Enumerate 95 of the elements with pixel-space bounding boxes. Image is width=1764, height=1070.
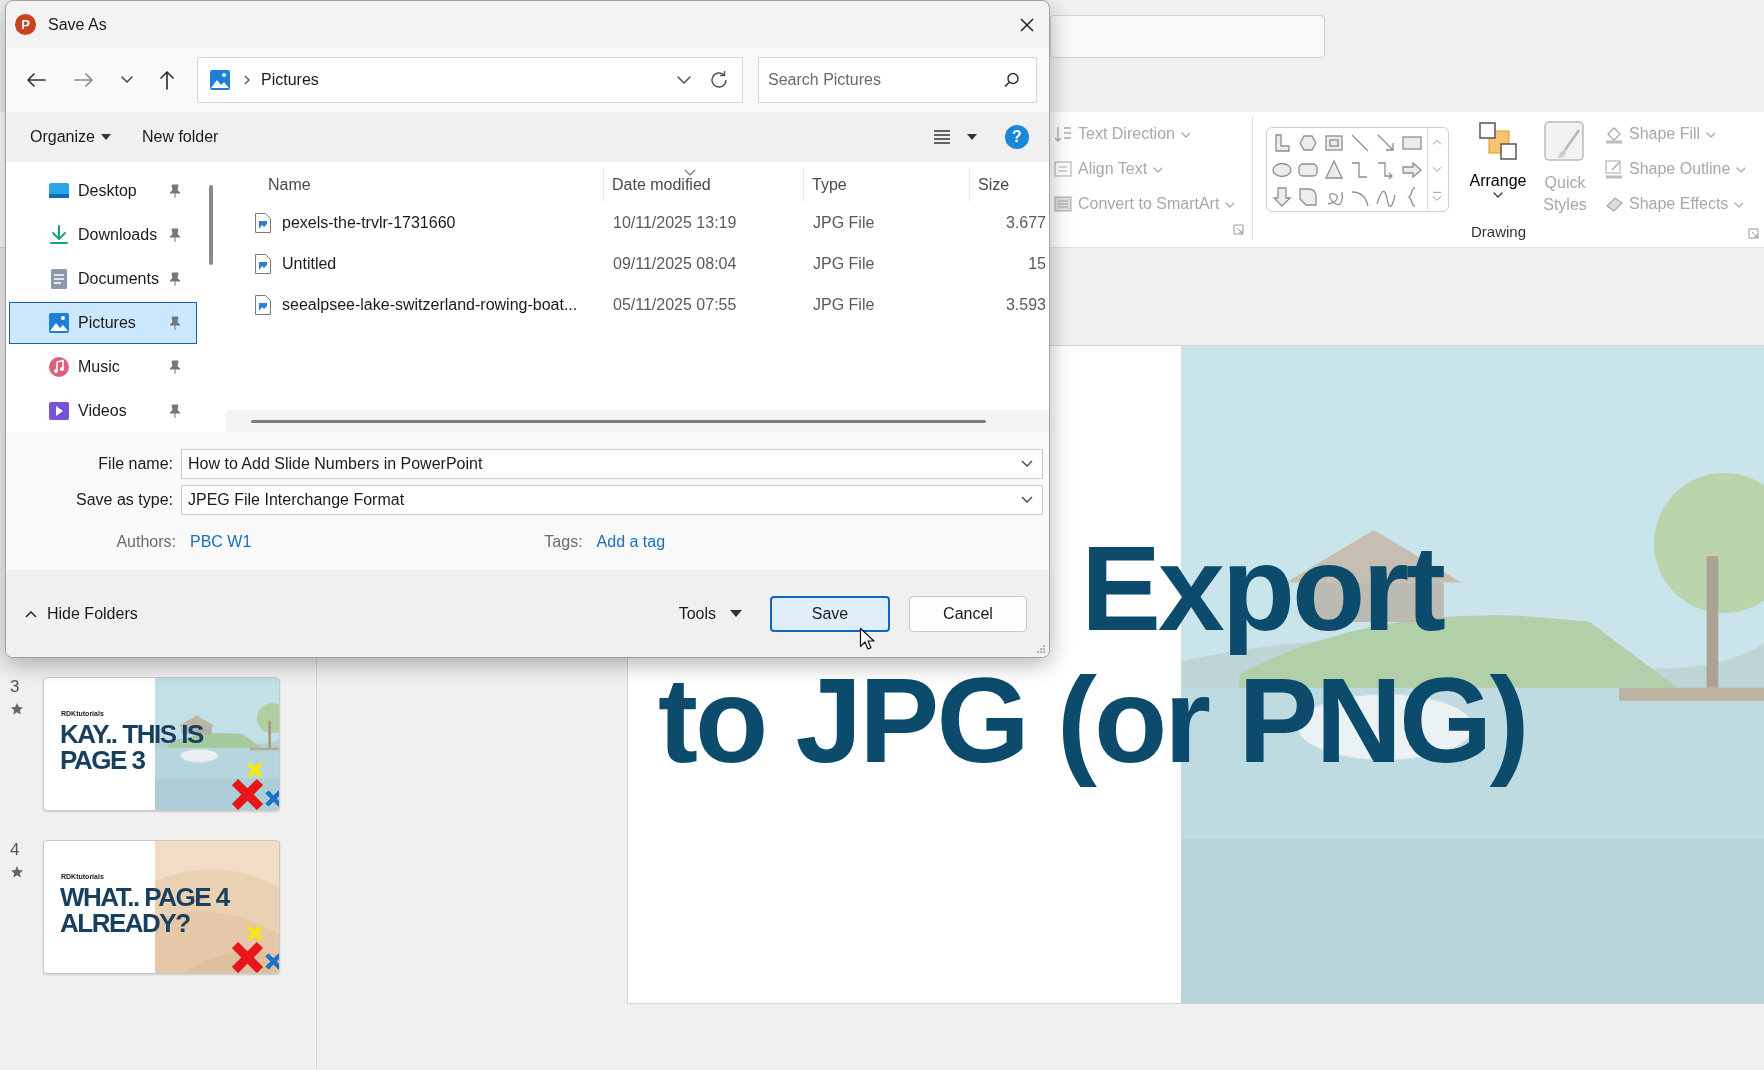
save-type-dropdown[interactable]: JPEG File Interchange Format [181,485,1043,515]
star-icon [11,866,23,878]
pencil-icon [1604,158,1624,179]
file-name[interactable]: pexels-the-trvlr-1731660 [226,211,604,234]
search-field[interactable]: Search Pictures [758,57,1037,103]
chevron-down-icon [1020,495,1034,505]
dialog-launcher-icon[interactable] [1748,228,1759,239]
resize-grip-icon[interactable] [1036,644,1046,654]
hide-folders-button[interactable]: Hide Folders [18,598,144,629]
dialog-launcher-icon[interactable] [1233,224,1244,235]
slide-title: KAY.. THIS IS PAGE 3 [60,721,203,773]
breadcrumb-chevron-icon [242,74,252,86]
slide-title-line: Export [1081,521,1444,655]
nav-item[interactable]: Desktop [9,170,197,212]
save-button[interactable]: Save [770,595,890,632]
image-file-icon [254,211,272,234]
cancel-button[interactable]: Cancel [909,595,1027,632]
caret-icon [730,610,742,617]
slide-number: 3 [10,677,20,697]
caret-icon [967,134,977,140]
group-label: Drawing [1471,223,1527,240]
flowchart-shape-icon[interactable] [1297,185,1319,208]
table-cell-text: 09/11/2025 08:04 [612,254,738,273]
column-header[interactable]: Size [970,168,1049,202]
cross-marks-drawing [232,925,279,973]
address-bar[interactable]: Pictures [197,57,743,103]
chevron-up-icon [24,608,38,619]
document-icon [48,268,70,290]
field-label: Save as type: [75,491,173,509]
table-cell-text: 05/11/2025 07:55 [612,295,738,314]
author-link[interactable]: PBC W1 [190,533,252,551]
music-icon [48,356,70,378]
overlapping-squares-icon [1477,120,1519,162]
file-name[interactable]: Untitled [226,252,604,275]
table-cell-text: 10/11/2025 13:19 [612,213,738,232]
smartart-icon [1053,193,1073,214]
download-icon [48,224,70,246]
chevron-down-icon [1020,459,1034,469]
organize-button[interactable]: Organize [20,122,121,152]
table-cell-text: JPG File [812,213,876,232]
column-header[interactable]: Date modified [604,168,804,202]
table-cell-text: 3.677 [1004,213,1047,232]
search-icon [1003,71,1021,89]
slide-number: 4 [10,840,20,860]
file-name[interactable]: seealpsee-lake-switzerland-rowing-boat... [226,293,604,316]
field-label: File name: [97,455,173,473]
slide-title: WHAT.. PAGE 4 ALREADY? [60,884,229,936]
mouse-pointer-icon [859,627,875,651]
tools-button[interactable]: Tools [672,598,748,629]
table-cell-text: 15 [1027,254,1047,273]
input-field[interactable] [1050,15,1325,58]
image-file-icon [254,252,272,275]
pin-icon [168,359,182,375]
down-arrow-icon[interactable] [1271,185,1293,208]
caret-icon [100,134,111,140]
paintbrush-icon [1543,120,1587,164]
pin-icon [168,227,182,243]
field-label: Tags: [544,533,583,551]
add-tag-link[interactable]: Add a tag [596,533,666,551]
pin-icon [168,315,182,331]
star-icon [11,703,23,715]
app-logo: P [15,14,36,35]
file-name-field[interactable]: How to Add Slide Numbers in PowerPoint [181,449,1043,479]
nav-item[interactable]: Documents [9,258,197,300]
pin-icon [168,403,182,419]
pin-icon [168,271,182,287]
nav-item[interactable]: Music [9,346,197,388]
table-cell-text: JPG File [812,295,876,314]
align-text-icon [1053,158,1073,179]
table-cell-text: JPG File [812,254,876,273]
column-header[interactable]: Name [226,168,604,202]
list-view-icon [933,129,951,145]
pictures-icon [209,69,231,91]
nav-item[interactable]: Videos [9,390,197,432]
table-cell-text: 3.593 [1004,295,1047,314]
pin-icon [168,183,182,199]
column-header[interactable]: Type [804,168,970,202]
video-icon [48,400,70,422]
help-button[interactable]: ? [1005,125,1029,149]
new-folder-button[interactable]: New folder [131,122,229,152]
triangle-icon[interactable] [1323,158,1345,181]
nav-item[interactable]: Pictures [9,302,197,344]
arrange-button[interactable]: Arrange [1463,112,1533,220]
field-label: Authors: [115,533,176,551]
breadcrumb-item[interactable]: Pictures [261,71,319,89]
nav-item[interactable]: Downloads [9,214,197,256]
caret-icon [1492,190,1504,200]
image-file-icon [254,293,272,316]
pictures-icon [48,312,70,334]
sort-caret-icon [684,169,696,176]
scrollbar-thumb[interactable] [209,185,213,265]
refresh-icon[interactable] [708,69,730,91]
cross-marks-drawing [232,762,279,810]
scrollbar-thumb[interactable] [251,420,986,423]
window-title: Save As [48,15,107,34]
